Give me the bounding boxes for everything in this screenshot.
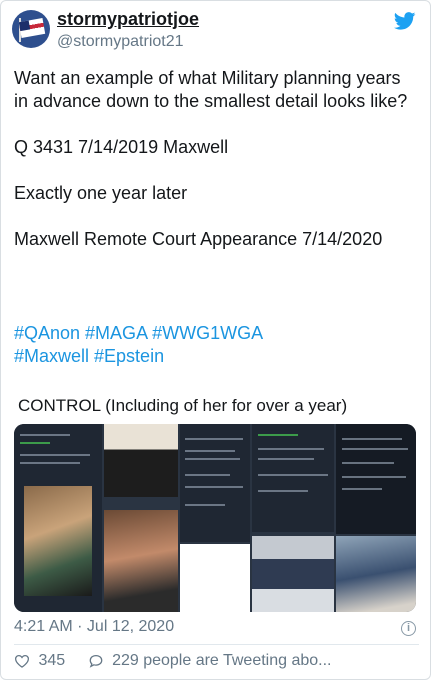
collage-photo-4	[252, 536, 334, 612]
info-icon[interactable]: i	[401, 621, 416, 636]
tweet-text-line: Q 3431 7/14/2019 Maxwell	[14, 137, 229, 157]
hashtag-line[interactable]: #Maxwell #Epstein	[14, 345, 418, 368]
twitter-bird-icon[interactable]	[394, 12, 416, 30]
user-handle[interactable]: @stormypatriot21	[57, 33, 184, 51]
divider	[14, 644, 419, 645]
avatar[interactable]	[12, 10, 50, 48]
retweeting-text[interactable]: 229 people are Tweeting abo...	[112, 652, 331, 669]
collage-photo-1	[24, 486, 92, 596]
hashtags: #QAnon #MAGA #WWG1WGA #Maxwell #Epstein	[14, 322, 418, 368]
tweet-card: stormypatriotjoe @stormypatriot21 Want a…	[0, 0, 431, 680]
tweet-text-line: Exactly one year later	[14, 183, 188, 203]
flag-avatar-icon	[18, 18, 46, 38]
media-collage[interactable]	[14, 424, 416, 612]
collage-white-area	[180, 544, 250, 612]
hashtag-line[interactable]: #QAnon #MAGA #WWG1WGA	[14, 322, 418, 345]
tweet-text-line: Maxwell Remote Court Appearance 7/14/202…	[14, 229, 383, 249]
display-name[interactable]: stormypatriotjoe	[57, 9, 199, 30]
tweet-timestamp[interactable]: 4:21 AM · Jul 12, 2020	[14, 618, 174, 636]
collage-photo-3	[104, 510, 178, 612]
collage-screenshot-3	[252, 424, 334, 532]
tweet-text-line: Want an example of what Military plannin…	[14, 68, 408, 111]
collage-screenshot-2	[180, 424, 250, 542]
tweet-actions: 345 229 people are Tweeting abo...	[14, 652, 332, 670]
media-caption: CONTROL (Including of her for over a yea…	[18, 396, 348, 415]
tweet-body: Want an example of what Military plannin…	[14, 67, 418, 251]
like-count[interactable]: 345	[38, 652, 65, 669]
collage-photo-5	[336, 536, 416, 612]
heart-icon[interactable]	[14, 654, 30, 668]
collage-document	[336, 424, 416, 534]
collage-photo-2	[104, 424, 178, 497]
speech-bubble-icon[interactable]	[88, 654, 104, 668]
